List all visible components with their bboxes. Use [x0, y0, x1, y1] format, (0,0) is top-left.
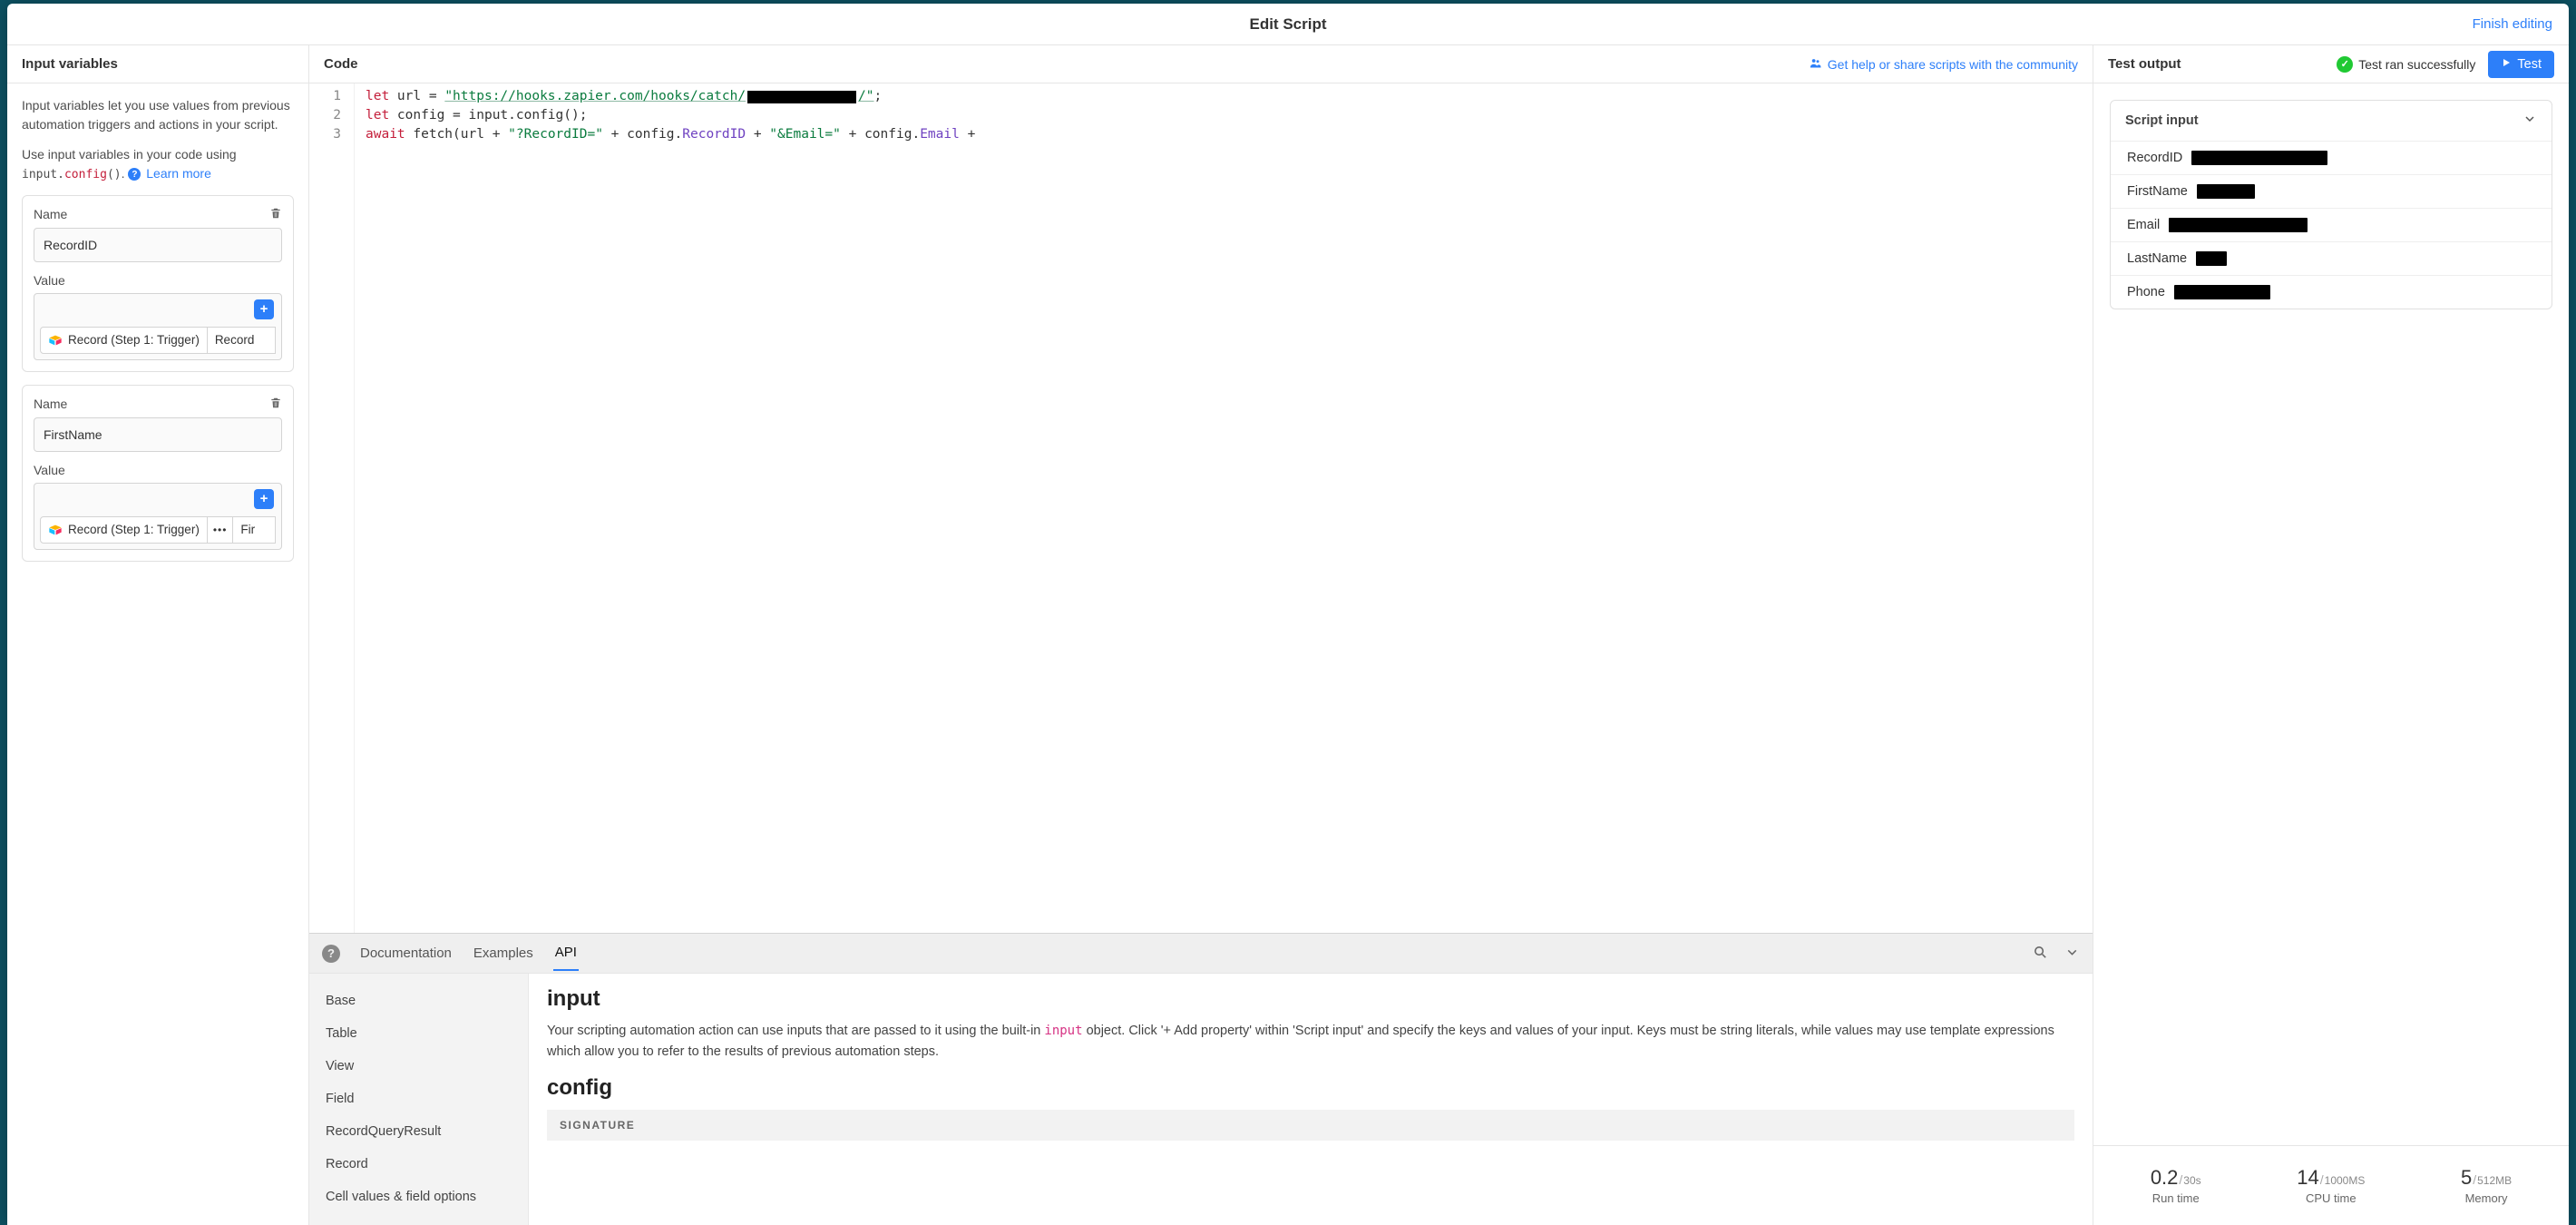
- docs-tabs: ? Documentation Examples API: [309, 934, 2093, 974]
- help-text-1: Input variables let you use values from …: [22, 96, 294, 134]
- script-input-row: Phone: [2111, 275, 2552, 309]
- title-bar: Edit Script Finish editing: [7, 4, 2569, 45]
- record-source-chip[interactable]: Record (Step 1: Trigger): [40, 516, 208, 544]
- docs-heading-input: input: [547, 986, 2074, 1012]
- record-field-chip[interactable]: Fir: [233, 516, 276, 544]
- metrics-bar: 0.2/30s Run time 14/1000MS CPU time 5/51…: [2093, 1145, 2569, 1225]
- trash-icon[interactable]: [269, 207, 282, 222]
- docs-pane: ? Documentation Examples API: [309, 933, 2093, 1225]
- redacted: [2169, 218, 2308, 232]
- learn-more-link[interactable]: Learn more: [146, 166, 211, 181]
- modal-title: Edit Script: [1249, 15, 1326, 34]
- value-label: Value: [34, 463, 65, 477]
- value-box[interactable]: + Record (Step 1: Trigger) Record: [34, 293, 282, 360]
- input-variables-heading: Input variables: [22, 56, 118, 72]
- check-icon: ✓: [2337, 56, 2353, 73]
- docs-nav-cellvalues[interactable]: Cell values & field options: [309, 1181, 528, 1213]
- record-source-chip[interactable]: Record (Step 1: Trigger): [40, 327, 208, 354]
- variable-name-input[interactable]: [34, 417, 282, 452]
- test-output-panel: Test output ✓ Test ran successfully Test: [2093, 45, 2569, 1225]
- more-icon[interactable]: •••: [208, 516, 234, 544]
- people-icon: [1809, 56, 1822, 73]
- script-input-row: Email: [2111, 208, 2552, 241]
- finish-editing-link[interactable]: Finish editing: [2473, 16, 2552, 32]
- value-box[interactable]: + Record (Step 1: Trigger) ••• Fir: [34, 483, 282, 550]
- signature-box: SIGNATURE: [547, 1110, 2074, 1141]
- docs-paragraph: Your scripting automation action can use…: [547, 1021, 2074, 1063]
- input-variables-panel: Input variables Input variables let you …: [7, 45, 309, 1225]
- help-icon[interactable]: ?: [322, 945, 340, 963]
- record-field-chip[interactable]: Record: [208, 327, 276, 354]
- chevron-down-icon[interactable]: [2064, 945, 2080, 963]
- value-label: Value: [34, 273, 65, 288]
- edit-script-modal: Edit Script Finish editing Input variabl…: [7, 4, 2569, 1225]
- help-text-2: Use input variables in your code using i…: [22, 145, 294, 184]
- name-label: Name: [34, 397, 67, 411]
- docs-heading-config: config: [547, 1075, 2074, 1101]
- code-panel: Code Get help or share scripts with the …: [309, 45, 2093, 1225]
- airtable-icon: [48, 523, 63, 537]
- code-heading: Code: [324, 56, 358, 72]
- metric-runtime: 0.2/30s Run time: [2151, 1166, 2201, 1205]
- input-variable-card: Name Value +: [22, 195, 294, 372]
- line-gutter: 123: [309, 83, 355, 933]
- script-input-header[interactable]: Script input: [2111, 101, 2552, 141]
- tab-documentation[interactable]: Documentation: [358, 936, 454, 970]
- tab-api[interactable]: API: [553, 936, 579, 971]
- input-variable-card: Name Value +: [22, 385, 294, 562]
- trash-icon[interactable]: [269, 397, 282, 412]
- redacted: [2197, 184, 2255, 199]
- docs-nav-field[interactable]: Field: [309, 1083, 528, 1115]
- add-token-button[interactable]: +: [254, 489, 274, 509]
- script-input-row: FirstName: [2111, 174, 2552, 208]
- docs-nav: Base Table View Field RecordQueryResult …: [309, 974, 529, 1225]
- name-label: Name: [34, 207, 67, 221]
- redacted: [2174, 285, 2270, 299]
- script-input-row: LastName: [2111, 241, 2552, 275]
- airtable-icon: [48, 333, 63, 348]
- docs-nav-record[interactable]: Record: [309, 1148, 528, 1181]
- redacted: [2191, 151, 2327, 165]
- metric-memory: 5/512MB Memory: [2461, 1166, 2512, 1205]
- chevron-down-icon: [2522, 112, 2537, 130]
- info-icon: ?: [128, 168, 141, 181]
- redacted: [2196, 251, 2227, 266]
- docs-nav-rqr[interactable]: RecordQueryResult: [309, 1115, 528, 1148]
- metric-cputime: 14/1000MS CPU time: [2297, 1166, 2365, 1205]
- add-token-button[interactable]: +: [254, 299, 274, 319]
- script-input-row: RecordID: [2111, 141, 2552, 174]
- share-scripts-link[interactable]: Get help or share scripts with the commu…: [1809, 56, 2078, 73]
- test-button[interactable]: Test: [2488, 51, 2554, 78]
- search-icon[interactable]: [2033, 945, 2048, 963]
- docs-nav-view[interactable]: View: [309, 1050, 528, 1083]
- variable-name-input[interactable]: [34, 228, 282, 262]
- script-input-card: Script input RecordID FirstName: [2110, 100, 2552, 309]
- redacted: [747, 91, 856, 103]
- code-content[interactable]: let url = "https://hooks.zapier.com/hook…: [355, 83, 975, 933]
- docs-nav-table[interactable]: Table: [309, 1017, 528, 1050]
- play-icon: [2501, 57, 2512, 72]
- test-output-heading: Test output: [2108, 56, 2181, 72]
- tab-examples[interactable]: Examples: [472, 936, 535, 970]
- docs-nav-base[interactable]: Base: [309, 985, 528, 1017]
- test-status: ✓ Test ran successfully: [2337, 56, 2475, 73]
- code-editor[interactable]: 123 let url = "https://hooks.zapier.com/…: [309, 83, 2093, 933]
- docs-content[interactable]: input Your scripting automation action c…: [529, 974, 2093, 1225]
